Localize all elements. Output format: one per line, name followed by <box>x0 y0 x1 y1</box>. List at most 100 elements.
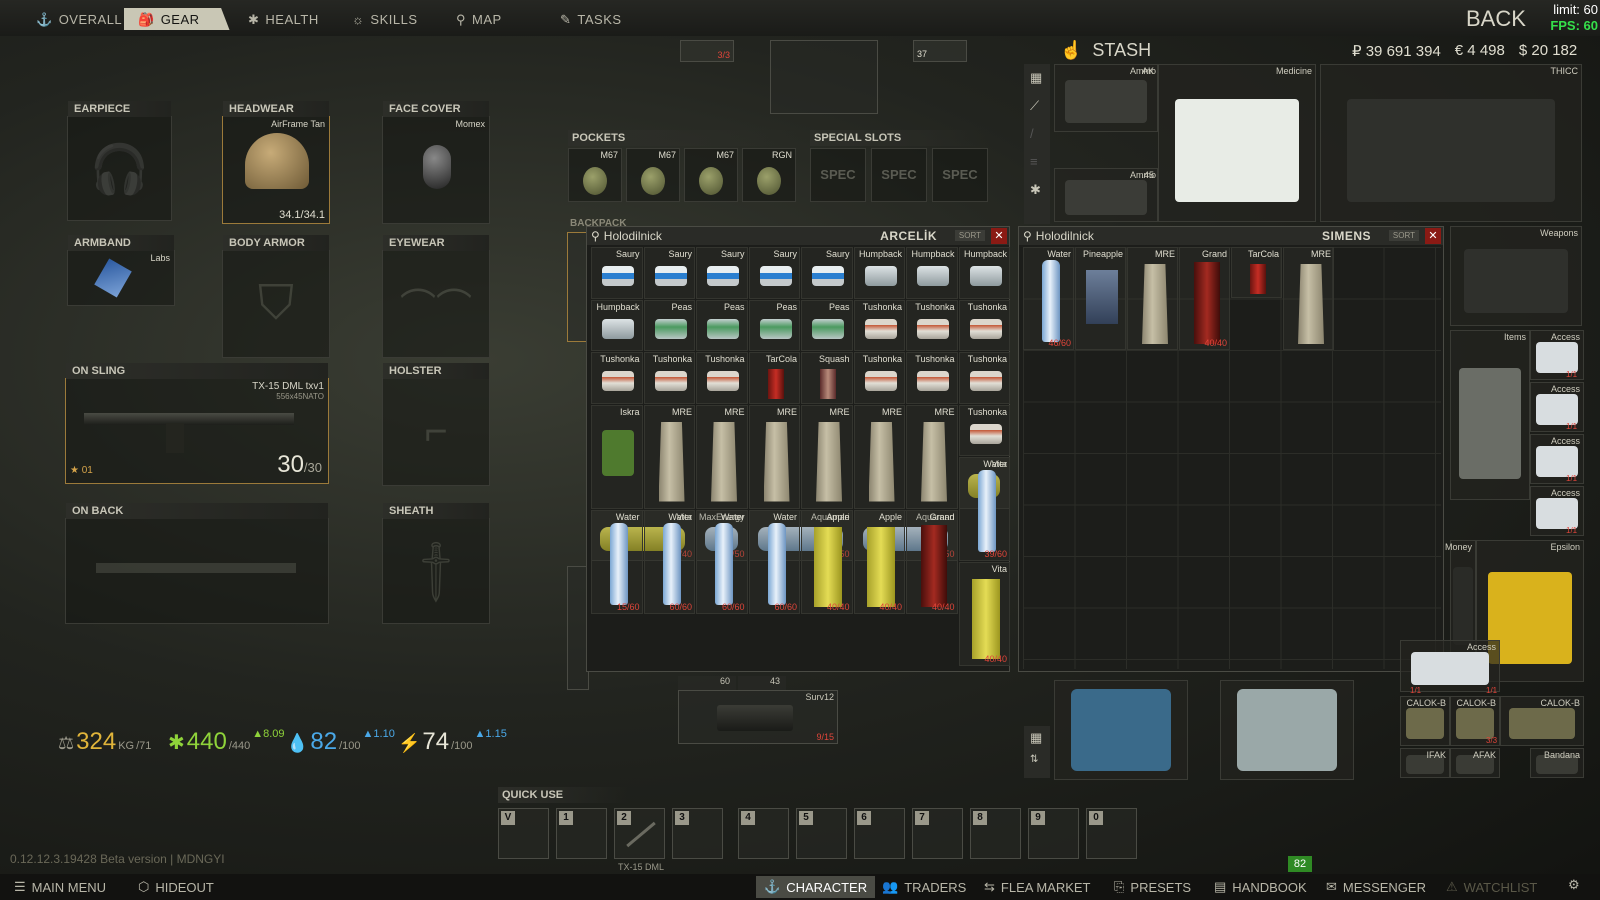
fridge-item[interactable]: Saury <box>801 247 853 299</box>
fridge-item[interactable]: Humpback <box>906 247 958 299</box>
knife-filter-icon[interactable]: / <box>1030 126 1034 141</box>
stash-item[interactable]: IFAK <box>1400 748 1450 778</box>
watchlist-button[interactable]: ⚠ WATCHLIST <box>1446 879 1537 895</box>
fridge-item[interactable]: MRE <box>748 404 800 509</box>
rig-empty-slot[interactable] <box>770 40 878 114</box>
fridge-item[interactable]: Humpback <box>591 299 643 351</box>
fridge-item[interactable]: Water 60/60 <box>696 509 748 614</box>
quick-use-slot[interactable]: 2 <box>614 808 665 859</box>
grid-filter-icon[interactable]: ▦ <box>1030 70 1042 86</box>
fridge-item[interactable]: Apple 40/40 <box>801 509 853 614</box>
fridge-item[interactable]: Water 39/60 <box>958 457 1010 561</box>
tab-tasks[interactable]: ✎ TASKS <box>560 8 622 30</box>
fridge-item[interactable]: MRE <box>906 404 958 509</box>
ammo-filter-icon[interactable]: ≡ <box>1030 154 1038 169</box>
search-icon[interactable]: ⚲ <box>1023 229 1032 243</box>
stash-item[interactable] <box>1220 680 1354 780</box>
pocket-slot[interactable]: RGN <box>742 148 796 202</box>
stash-item[interactable]: Bandana <box>1530 748 1584 778</box>
tab-health[interactable]: ✱ HEALTH <box>248 8 319 30</box>
fridge-item[interactable]: Water 60/60 <box>643 509 695 614</box>
pocket-slot[interactable]: M67 <box>684 148 738 202</box>
stash-item[interactable]: Access <box>1400 640 1500 692</box>
fridge-right-header[interactable]: ⚲ Holodilnick SIMENS SORT ✕ <box>1019 227 1443 245</box>
fridge-item[interactable]: Tushonka <box>958 299 1010 351</box>
weapon-filter-icon[interactable]: ⟋ <box>1030 98 1039 114</box>
fridge-item[interactable]: MRE <box>1127 247 1178 350</box>
fridge-item[interactable]: TarCola <box>1231 247 1282 298</box>
sort-icon[interactable]: ⇅ <box>1030 754 1038 765</box>
earpiece-slot[interactable]: EARPIECE 🎧 <box>67 101 172 221</box>
quick-use-slot[interactable]: 4 <box>738 808 789 859</box>
back-button[interactable]: BACK <box>1466 6 1526 32</box>
stash-item[interactable]: Medicine <box>1158 64 1316 222</box>
tab-map[interactable]: ⚲ MAP <box>456 8 502 30</box>
quick-use-slot[interactable]: 7 <box>912 808 963 859</box>
fridge-item[interactable]: Tushonka <box>643 352 695 404</box>
fridge-item[interactable]: Tushonka <box>958 404 1010 456</box>
fridge-item[interactable]: Saury <box>696 247 748 299</box>
fridge-item[interactable]: Saury <box>748 247 800 299</box>
quick-use-slot[interactable]: 6 <box>854 808 905 859</box>
fridge-item[interactable]: Apple 40/40 <box>853 509 905 614</box>
headwear-slot[interactable]: HEADWEAR AirFrame Tan 34.1/34.1 <box>222 101 330 224</box>
on-sling-slot[interactable]: ON SLING TX-15 DML txv1 556x45NATO ★ 01 … <box>65 363 329 484</box>
special-slot[interactable]: SPEC <box>810 148 866 202</box>
face-cover-slot[interactable]: FACE COVER Momex <box>382 101 490 224</box>
fridge-item[interactable]: Grand 40/40 <box>906 509 958 614</box>
quick-use-slot[interactable]: 9 <box>1028 808 1079 859</box>
stash-item[interactable]: THICC <box>1320 64 1582 222</box>
fridge-item[interactable]: Vita 40/40 <box>958 562 1010 666</box>
stash-item[interactable]: AFAK <box>1450 748 1500 778</box>
tab-skills[interactable]: ☼ SKILLS <box>352 8 418 30</box>
quick-use-slot[interactable]: 0 <box>1086 808 1137 859</box>
fridge-item[interactable]: Tushonka <box>853 299 905 351</box>
body-armor-slot[interactable]: BODY ARMOR ⛉ <box>222 235 330 358</box>
rig-item-b[interactable]: 37 <box>913 40 967 62</box>
quick-use-slot[interactable]: 1 <box>556 808 607 859</box>
tab-overall[interactable]: ⚓ OVERALL <box>36 8 122 30</box>
special-slot[interactable]: SPEC <box>932 148 988 202</box>
sheath-slot[interactable]: SHEATH 🗡 <box>382 503 490 624</box>
rig-item-a[interactable]: 3/3 <box>680 40 734 62</box>
stash-item[interactable]: CALOK-B <box>1500 696 1584 746</box>
stash-item[interactable]: CALOK-B <box>1400 696 1450 746</box>
fridge-item[interactable]: MRE <box>643 404 695 509</box>
presets-button[interactable]: ⎘ PRESETS <box>1114 879 1191 895</box>
fridge-item[interactable]: Saury <box>591 247 643 299</box>
fridge-item[interactable]: MRE <box>696 404 748 509</box>
quick-use-slot[interactable]: 3 <box>672 808 723 859</box>
holster-slot[interactable]: HOLSTER ⌐ <box>382 363 490 486</box>
eyewear-slot[interactable]: EYEWEAR ⌒⌒ <box>382 235 490 358</box>
medical-filter-icon[interactable]: ✱ <box>1030 182 1041 198</box>
flea-market-button[interactable]: ⇆ FLEA MARKET <box>984 879 1090 895</box>
fridge-item[interactable]: Peas <box>748 299 800 351</box>
fridge-item[interactable]: Peas <box>696 299 748 351</box>
fridge-item[interactable]: Tushonka <box>591 352 643 404</box>
fridge-item[interactable]: MRE <box>853 404 905 509</box>
fridge-item[interactable]: Humpback <box>853 247 905 299</box>
stash-item[interactable]: Weapons <box>1450 226 1582 326</box>
fridge-item[interactable]: Humpback <box>958 247 1010 299</box>
fridge-item[interactable]: Tushonka <box>696 352 748 404</box>
fridge-item[interactable]: Grand 40/40 <box>1179 247 1230 350</box>
hideout-button[interactable]: ⬡ HIDEOUT <box>138 879 214 895</box>
pocket-slot[interactable]: M67 <box>568 148 622 202</box>
fridge-left-window[interactable]: ⚲ Holodilnick ARCELİK SORT ✕ Saury Saury S… <box>586 226 1010 672</box>
fridge-left-header[interactable]: ⚲ Holodilnick ARCELİK SORT ✕ <box>587 227 1009 245</box>
fridge-item[interactable]: Peas <box>643 299 695 351</box>
fridge-item[interactable]: Squash <box>801 352 853 404</box>
fridge-item[interactable]: TarCola <box>748 352 800 404</box>
surv12-item[interactable]: Surv12 9/15 <box>678 690 838 744</box>
fridge-item[interactable]: Water 46/60 <box>1023 247 1074 350</box>
sort-button[interactable]: SORT <box>954 230 985 241</box>
fridge-item[interactable]: MRE <box>1283 247 1334 350</box>
fridge-item[interactable]: MRE <box>801 404 853 509</box>
grid-view-icon[interactable]: ▦ <box>1030 730 1042 746</box>
stash-item[interactable] <box>1054 680 1188 780</box>
tab-gear[interactable]: 🎒 GEAR <box>124 8 230 30</box>
fridge-item[interactable]: Saury <box>643 247 695 299</box>
traders-button[interactable]: 👥 TRADERS <box>882 879 966 895</box>
fridge-right-window[interactable]: ⚲ Holodilnick SIMENS SORT ✕ Water 46/60 Pi… <box>1018 226 1444 672</box>
search-icon[interactable]: ⚲ <box>591 229 600 243</box>
